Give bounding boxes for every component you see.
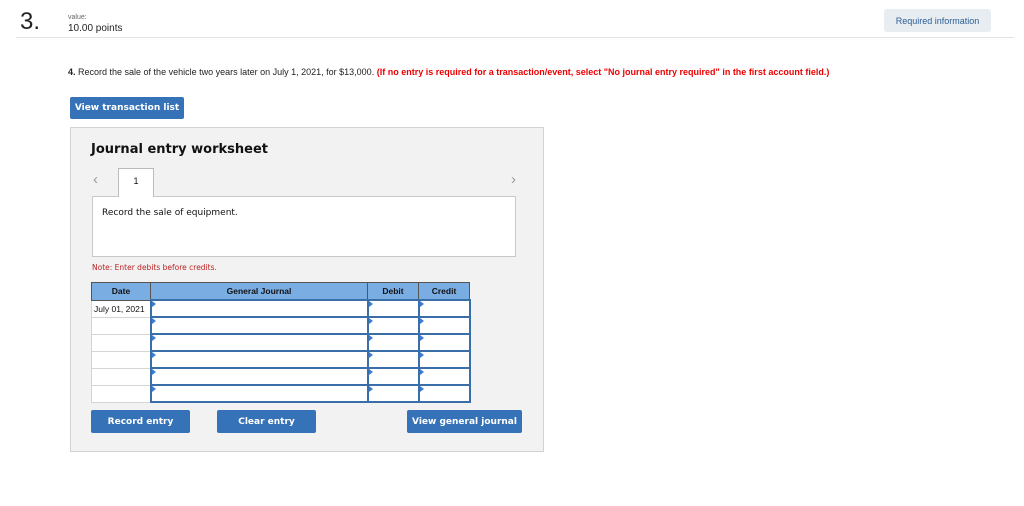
debits-credits-note: Note: Enter debits before credits. — [92, 263, 217, 272]
credit-input[interactable] — [417, 350, 471, 369]
question-number: 3. — [20, 8, 41, 35]
credit-input[interactable] — [417, 316, 471, 335]
credit-input[interactable] — [417, 333, 471, 352]
date-cell: July 01, 2021 — [91, 299, 151, 318]
account-input[interactable] — [149, 333, 369, 352]
date-cell — [91, 367, 151, 386]
debit-input[interactable] — [366, 333, 420, 352]
date-cell — [91, 350, 151, 369]
account-input[interactable] — [149, 316, 369, 335]
date-cell — [91, 333, 151, 352]
credit-input[interactable] — [417, 367, 471, 386]
table-header-row: Date General Journal Debit Credit — [91, 282, 470, 301]
column-header-credit: Credit — [418, 282, 470, 301]
chevron-right-icon[interactable]: › — [511, 171, 516, 188]
table-row — [91, 316, 471, 335]
question-text: 4. Record the sale of the vehicle two ye… — [68, 67, 829, 77]
account-input[interactable] — [149, 299, 369, 318]
entry-description: Record the sale of equipment. — [102, 208, 238, 218]
account-input[interactable] — [149, 384, 369, 403]
question-instruction: (If no entry is required for a transacti… — [376, 67, 830, 77]
table-row — [91, 384, 471, 403]
debit-input[interactable] — [366, 384, 420, 403]
journal-entry-worksheet: Journal entry worksheet ‹ 1 › Record the… — [70, 127, 544, 452]
credit-input[interactable] — [417, 384, 471, 403]
value-label: value: — [68, 14, 87, 21]
column-header-general-journal: General Journal — [150, 282, 368, 301]
points-value: 10.00 points — [68, 23, 123, 34]
credit-input[interactable] — [417, 299, 471, 318]
question-part-number: 4. — [68, 67, 76, 77]
column-header-debit: Debit — [367, 282, 419, 301]
table-row — [91, 333, 471, 352]
debit-input[interactable] — [366, 316, 420, 335]
header-divider — [16, 37, 1014, 38]
table-row — [91, 350, 471, 369]
account-input[interactable] — [149, 350, 369, 369]
tab-entry-1[interactable]: 1 — [118, 168, 154, 197]
debit-input[interactable] — [366, 299, 420, 318]
clear-entry-button[interactable]: Clear entry — [217, 410, 316, 433]
table-row — [91, 367, 471, 386]
record-entry-button[interactable]: Record entry — [91, 410, 190, 433]
table-row: July 01, 2021 — [91, 299, 471, 318]
column-header-date: Date — [91, 282, 151, 301]
view-general-journal-button[interactable]: View general journal — [407, 410, 522, 433]
account-input[interactable] — [149, 367, 369, 386]
debit-input[interactable] — [366, 367, 420, 386]
debit-input[interactable] — [366, 350, 420, 369]
required-information-button[interactable]: Required information — [884, 9, 991, 32]
question-body: Record the sale of the vehicle two years… — [75, 67, 377, 77]
worksheet-title: Journal entry worksheet — [91, 142, 268, 157]
date-cell — [91, 316, 151, 335]
view-transaction-list-button[interactable]: View transaction list — [70, 97, 184, 119]
journal-table: Date General Journal Debit Credit July 0… — [91, 282, 471, 403]
entry-description-box: Record the sale of equipment. — [92, 196, 516, 257]
chevron-left-icon[interactable]: ‹ — [93, 171, 98, 188]
date-cell — [91, 384, 151, 403]
